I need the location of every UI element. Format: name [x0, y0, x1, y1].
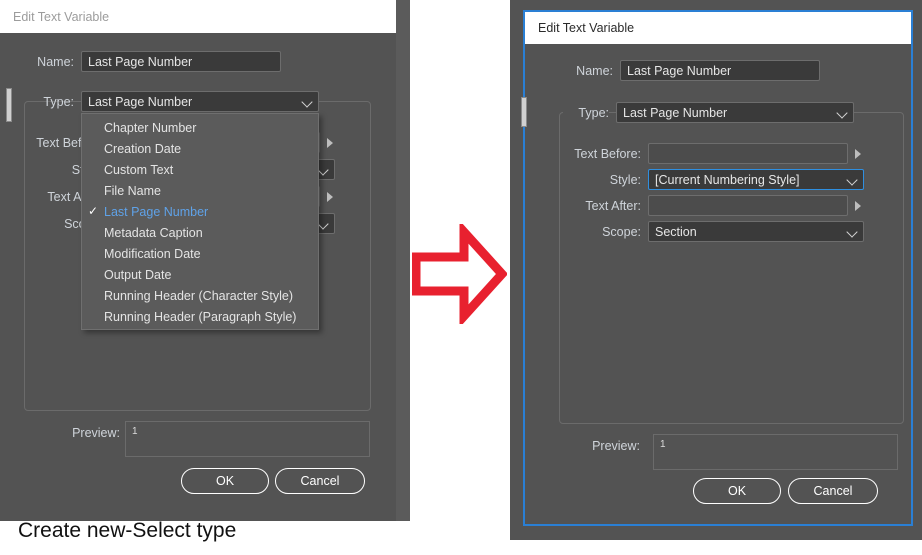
right-cancel-button[interactable]: Cancel — [788, 478, 878, 504]
right-text-after-input[interactable] — [648, 195, 848, 216]
right-preview-box: 1 — [653, 434, 898, 470]
left-edit-text-variable-dialog: Edit Text Variable Name: Last Page Numbe… — [0, 0, 410, 521]
left-type-row: Type: Last Page Number — [28, 91, 319, 112]
left-type-select[interactable]: Last Page Number — [81, 91, 319, 112]
chevron-down-icon — [318, 218, 329, 229]
left-name-input-value: Last Page Number — [88, 54, 193, 69]
right-text-before-row: Text Before: — [563, 143, 861, 164]
right-type-select-value: Last Page Number — [623, 105, 728, 120]
right-scope-row: Scope: Section — [563, 221, 864, 242]
right-preview-row: Preview: — [582, 439, 640, 453]
type-dropdown-menu[interactable]: Chapter Number Creation Date Custom Text… — [81, 113, 319, 330]
right-style-select[interactable]: [Current Numbering Style] — [648, 169, 864, 190]
right-name-row: Name: Last Page Number — [561, 60, 820, 81]
right-cancel-label: Cancel — [813, 484, 853, 498]
chevron-down-icon — [847, 226, 858, 237]
chevron-down-icon — [302, 96, 313, 107]
right-preview-value: 1 — [660, 439, 666, 450]
right-text-after-row: Text After: — [563, 195, 861, 216]
menu-item[interactable]: Output Date — [82, 264, 318, 285]
right-ok-button[interactable]: OK — [693, 478, 781, 504]
left-cancel-label: Cancel — [300, 474, 340, 488]
red-arrow-annotation — [411, 220, 509, 329]
right-dialog-titlebar: Edit Text Variable — [525, 12, 911, 44]
menu-item-label: Running Header (Character Style) — [104, 288, 293, 303]
right-type-select[interactable]: Last Page Number — [616, 102, 854, 123]
left-dialog-scroll-nub[interactable] — [6, 88, 12, 122]
menu-item-label: Last Page Number — [104, 204, 209, 219]
right-scope-select-value: Section — [655, 224, 697, 239]
insert-special-character-icon[interactable] — [855, 200, 861, 211]
menu-item[interactable]: File Name — [82, 180, 318, 201]
menu-item-label: Running Header (Paragraph Style) — [104, 309, 297, 324]
menu-item-label: Chapter Number — [104, 120, 197, 135]
right-preview-label: Preview: — [592, 439, 640, 453]
left-preview-row: Preview: — [62, 426, 120, 440]
caption-text: Create new-Select type — [18, 519, 237, 542]
right-edit-text-variable-dialog: Edit Text Variable Name: Last Page Numbe… — [510, 0, 922, 540]
chevron-down-icon — [837, 107, 848, 118]
menu-item[interactable]: Custom Text — [82, 159, 318, 180]
right-dialog-scroll-nub[interactable] — [521, 97, 527, 127]
right-name-label: Name: — [576, 63, 613, 78]
insert-special-character-icon[interactable] — [327, 191, 333, 202]
menu-item-label: Output Date — [104, 267, 172, 282]
left-name-row: Name: Last Page Number — [22, 51, 281, 72]
left-type-select-value: Last Page Number — [88, 94, 193, 109]
right-text-before-input[interactable] — [648, 143, 848, 164]
menu-item[interactable]: Chapter Number — [82, 117, 318, 138]
left-cancel-button[interactable]: Cancel — [275, 468, 365, 494]
right-dialog-frame: Edit Text Variable Name: Last Page Numbe… — [521, 10, 913, 526]
right-text-before-label: Text Before: — [574, 146, 641, 161]
menu-item-label: Modification Date — [104, 246, 201, 261]
right-name-input-value: Last Page Number — [627, 63, 732, 78]
menu-item-label: File Name — [104, 183, 161, 198]
menu-item-selected[interactable]: ✓ Last Page Number — [82, 201, 318, 222]
left-ok-button[interactable]: OK — [181, 468, 269, 494]
menu-item-label: Metadata Caption — [104, 225, 203, 240]
left-preview-label: Preview: — [72, 426, 120, 440]
left-type-label: Type: — [43, 94, 74, 109]
right-style-select-value: [Current Numbering Style] — [655, 172, 800, 187]
right-dialog-title-text: Edit Text Variable — [538, 21, 635, 35]
menu-item-label: Creation Date — [104, 141, 182, 156]
menu-item[interactable]: Running Header (Character Style) — [82, 285, 318, 306]
checkmark-icon: ✓ — [88, 204, 99, 218]
right-style-label: Style: — [609, 172, 641, 187]
right-text-after-label: Text After: — [585, 198, 641, 213]
left-name-input[interactable]: Last Page Number — [81, 51, 281, 72]
right-scope-select[interactable]: Section — [648, 221, 864, 242]
left-preview-box: 1 — [125, 421, 370, 457]
menu-item[interactable]: Metadata Caption — [82, 222, 318, 243]
menu-item[interactable]: Modification Date — [82, 243, 318, 264]
left-preview-value: 1 — [132, 426, 138, 437]
left-dialog-inner: Edit Text Variable Name: Last Page Numbe… — [0, 0, 396, 521]
right-ok-label: OK — [727, 484, 747, 498]
insert-special-character-icon[interactable] — [855, 148, 861, 159]
insert-special-character-icon[interactable] — [327, 137, 333, 148]
left-ok-label: OK — [215, 474, 235, 488]
chevron-down-icon — [847, 174, 858, 185]
left-name-label: Name: — [37, 54, 74, 69]
left-dialog-title-text: Edit Text Variable — [13, 9, 110, 24]
chevron-down-icon — [318, 164, 329, 175]
right-scope-label: Scope: — [602, 224, 641, 239]
right-name-input[interactable]: Last Page Number — [620, 60, 820, 81]
menu-item[interactable]: Creation Date — [82, 138, 318, 159]
screenshot-root: Edit Text Variable Name: Last Page Numbe… — [0, 0, 922, 555]
right-type-row: Type: Last Page Number — [563, 102, 854, 123]
right-type-label: Type: — [563, 105, 609, 120]
right-style-row: Style: [Current Numbering Style] — [563, 169, 864, 190]
left-dialog-titlebar: Edit Text Variable — [0, 0, 396, 33]
arrow-right-icon — [411, 220, 509, 328]
menu-item[interactable]: Running Header (Paragraph Style) — [82, 306, 318, 327]
menu-item-label: Custom Text — [104, 162, 174, 177]
